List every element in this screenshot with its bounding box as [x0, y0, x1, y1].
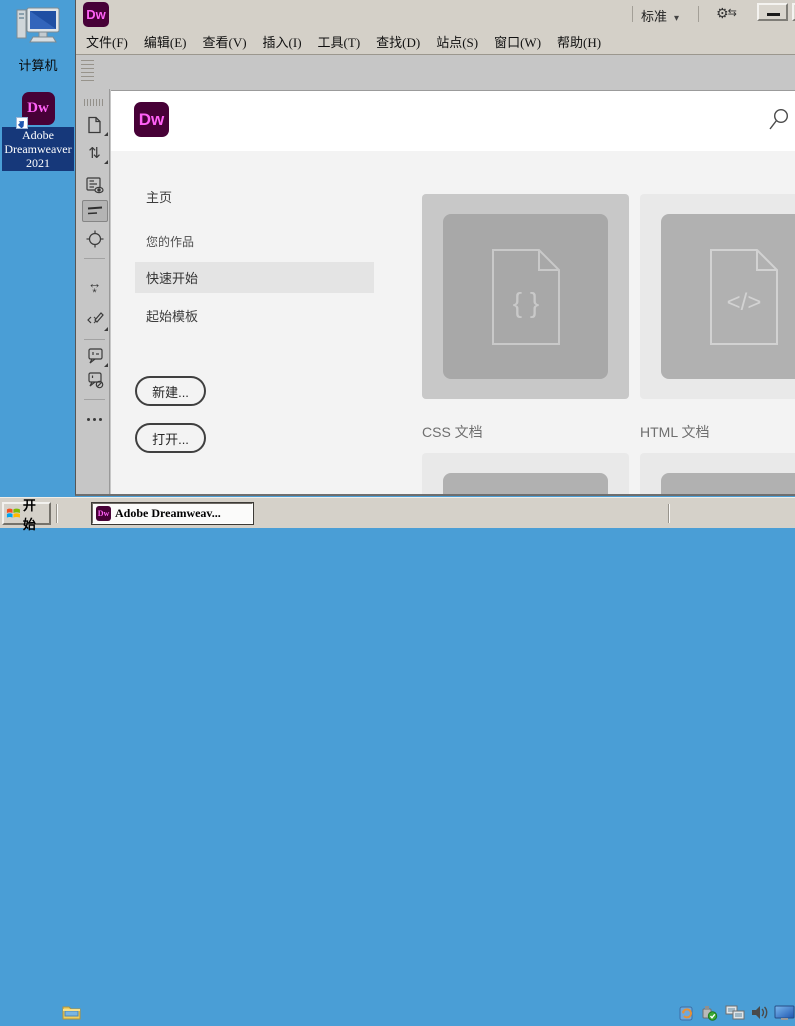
nav-quick-start[interactable]: 快速开始	[135, 262, 374, 293]
titlebar-separator	[698, 6, 699, 22]
menu-site[interactable]: 站点(S)	[436, 32, 478, 51]
menu-edit[interactable]: 编辑(E)	[144, 32, 187, 51]
open-button[interactable]: 打开...	[135, 423, 206, 453]
task-button-label: Adobe Dreamweav...	[115, 506, 221, 521]
card-css-document[interactable]: { }	[422, 194, 629, 399]
switch-arrows-icon: ⇆	[728, 7, 736, 19]
windows-flag-icon	[6, 506, 21, 521]
toolbar-divider	[84, 339, 105, 340]
card-html-document[interactable]: </>	[640, 194, 795, 399]
settings-sync-button[interactable]: ⚙⇆	[716, 5, 736, 22]
live-view-list-icon[interactable]	[82, 174, 108, 196]
tray-update-icon[interactable]	[678, 1004, 695, 1026]
quick-launch-folder-icon[interactable]	[62, 1003, 81, 1026]
card-row2-right[interactable]	[640, 453, 795, 494]
welcome-body: 主页 您的作品 快速开始 起始模板 新建... 打开... { }	[111, 151, 795, 494]
dw-task-icon: Dw	[96, 506, 111, 521]
app-frame: ⇅	[76, 56, 795, 494]
card-html-label: HTML 文档	[640, 422, 709, 442]
titlebar-separator	[632, 6, 633, 22]
svg-text:{ }: { }	[512, 287, 538, 318]
welcome-screen: Dw 主页 您的作品 快速开始 起始模板 新建... 打开...	[111, 90, 795, 494]
menu-window[interactable]: 窗口(W)	[494, 32, 541, 51]
code-brush-icon[interactable]	[82, 309, 108, 331]
panel-grip[interactable]	[81, 60, 94, 83]
toolbar-grip[interactable]	[84, 99, 105, 106]
menu-help[interactable]: 帮助(H)	[557, 32, 601, 51]
menu-view[interactable]: 查看(V)	[203, 32, 247, 51]
menu-insert[interactable]: 插入(I)	[263, 32, 302, 51]
shortcut-arrow-icon	[16, 117, 28, 129]
width-asterisk-icon[interactable]: ↔ *	[82, 275, 108, 301]
tray-volume-icon[interactable]	[750, 1004, 768, 1026]
taskbar: 开始 Dw Adobe Dreamweav...	[0, 497, 795, 528]
card-row2-left[interactable]	[422, 453, 629, 494]
tray-display-icon[interactable]	[774, 1004, 795, 1026]
html-file-icon: </>	[661, 214, 795, 379]
start-button[interactable]: 开始	[2, 502, 51, 525]
menu-file[interactable]: 文件(F)	[86, 32, 128, 51]
nav-starter-templates[interactable]: 起始模板	[146, 306, 198, 325]
tray-usb-eject-icon[interactable]	[700, 1004, 718, 1026]
more-dots-icon[interactable]	[82, 408, 108, 430]
css-file-icon: { }	[443, 214, 608, 379]
workspace-switcher-dropdown[interactable]: 标准▾	[641, 6, 679, 25]
card-css-label: CSS 文档	[422, 422, 483, 442]
document-toolbar: ⇅	[80, 89, 110, 494]
nav-your-work[interactable]: 您的作品	[146, 233, 194, 250]
swap-arrows-icon[interactable]: ⇅	[82, 142, 108, 164]
desktop-icon-dreamweaver-label: Adobe Dreamweaver 2021	[2, 127, 74, 171]
menu-bar: 文件(F) 编辑(E) 查看(V) 插入(I) 工具(T) 查找(D) 站点(S…	[76, 28, 795, 55]
menu-find[interactable]: 查找(D)	[376, 32, 420, 51]
comment-icon[interactable]	[82, 345, 108, 367]
menu-tools[interactable]: 工具(T)	[318, 32, 361, 51]
title-bar[interactable]: Dw 标准▾ ⚙⇆	[76, 0, 795, 28]
taskbar-task-dreamweaver[interactable]: Dw Adobe Dreamweav...	[92, 503, 253, 524]
dreamweaver-window: Dw 标准▾ ⚙⇆ 文件(F) 编辑(E) 查看(V) 插入(I) 工具(T) …	[75, 0, 795, 496]
dw-welcome-logo: Dw	[134, 102, 169, 137]
tray-divider	[668, 504, 670, 523]
desktop-icon-computer-label: 计算机	[6, 55, 70, 74]
tray-network-icon[interactable]	[725, 1004, 745, 1026]
nav-home[interactable]: 主页	[146, 187, 172, 206]
format-lines-icon[interactable]	[82, 200, 108, 222]
svg-text:</>: </>	[726, 289, 761, 316]
desktop-icon-computer[interactable]: 计算机	[6, 6, 70, 74]
desktop-icon-dreamweaver[interactable]: Dw Adobe Dreamweaver 2021	[2, 92, 74, 171]
toolbar-divider	[84, 258, 105, 259]
computer-icon	[15, 6, 61, 48]
dreamweaver-app-icon: Dw	[22, 92, 55, 125]
search-icon[interactable]	[767, 107, 789, 138]
dw-titlebar-icon: Dw	[83, 2, 109, 27]
gear-icon: ⚙	[716, 5, 728, 21]
toolbar-divider	[84, 399, 105, 400]
comment-blocked-icon[interactable]	[82, 369, 108, 391]
minimize-button[interactable]	[757, 3, 788, 21]
start-button-label: 开始	[23, 495, 47, 533]
new-document-icon[interactable]	[82, 114, 108, 136]
target-circle-icon[interactable]	[82, 228, 108, 250]
chevron-down-icon: ▾	[674, 13, 679, 24]
new-button[interactable]: 新建...	[135, 376, 206, 406]
welcome-header: Dw	[111, 91, 795, 151]
taskbar-divider	[56, 504, 58, 523]
